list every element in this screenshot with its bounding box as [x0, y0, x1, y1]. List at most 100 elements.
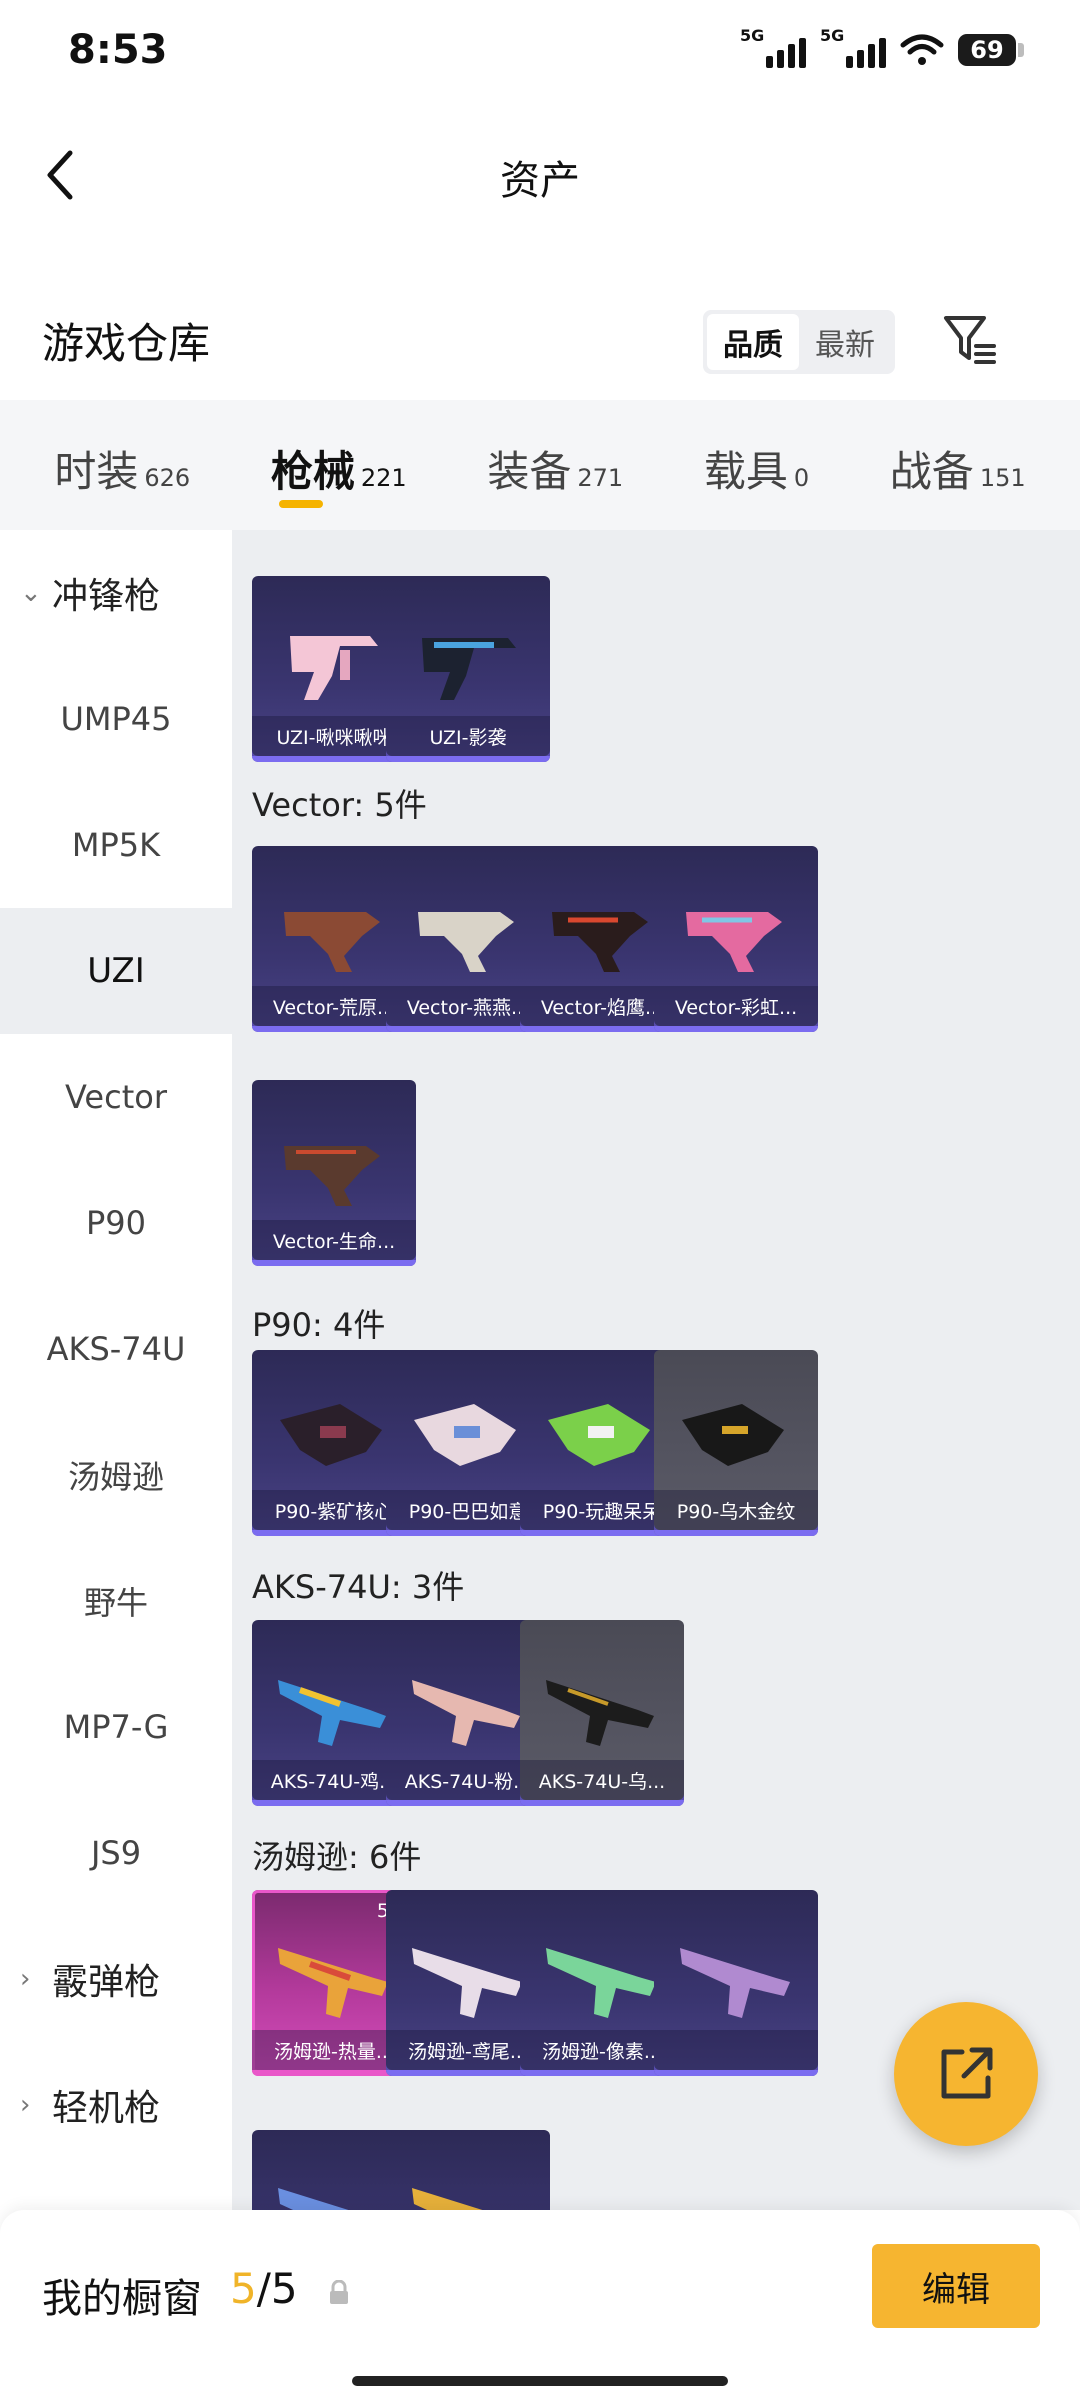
tab-vehicles[interactable]: 载具 0	[704, 400, 809, 530]
sort-toggle: 品质 最新	[703, 310, 895, 374]
chevron-right-icon: ›	[20, 1964, 31, 1994]
status-bar: 8:53 5G 5G 69	[0, 0, 1080, 100]
status-time: 8:53	[68, 27, 168, 73]
tab-firearms[interactable]: 枪械 221	[271, 400, 407, 530]
gun-icon	[414, 1404, 516, 1466]
share-fab[interactable]	[894, 2002, 1038, 2146]
gun-icon	[412, 1680, 520, 1746]
tab-count: 0	[793, 464, 810, 492]
tab-fashion[interactable]: 时装 626	[54, 400, 190, 530]
gun-icon	[278, 1680, 386, 1746]
weapon-card[interactable]: Vector-彩虹...	[654, 846, 818, 1032]
sidebar-item-thompson[interactable]: 汤姆逊	[0, 1412, 232, 1538]
sidebar-group-smg[interactable]: ⌄ 冲锋枪	[0, 530, 232, 656]
battery-level: 69	[958, 34, 1016, 66]
weapon-card[interactable]: P90-乌木金纹	[654, 1350, 818, 1536]
warehouse-title: 游戏仓库	[42, 319, 211, 368]
tab-active-indicator	[278, 500, 323, 508]
weapon-sidebar: ⌄ 冲锋枪 UMP45 MP5K UZI Vector P90 AKS-74U …	[0, 530, 232, 2210]
battery-icon: 69	[958, 34, 1024, 66]
tab-label: 枪械	[270, 447, 355, 496]
weapon-name	[654, 2030, 818, 2070]
gun-icon	[552, 912, 648, 972]
category-tabs: 时装 626 枪械 221 装备 271 载具 0 战备 151	[0, 400, 1080, 530]
chevron-right-icon: ›	[20, 2090, 31, 2120]
gun-icon	[284, 912, 380, 972]
showcase-total: /5	[256, 2264, 298, 2313]
sidebar-item-p90[interactable]: P90	[0, 1160, 232, 1286]
section-label: P90: 4件	[252, 1306, 386, 1344]
weapon-card[interactable]	[386, 2130, 550, 2210]
section-label: AKS-74U: 3件	[252, 1568, 465, 1606]
signal-icon: 5G	[740, 26, 806, 68]
weapon-card[interactable]	[654, 1890, 818, 2076]
gun-icon	[422, 638, 516, 700]
nav-bar: 资产	[0, 100, 1080, 250]
showcase-current: 5	[230, 2264, 257, 2313]
gun-icon	[686, 912, 782, 972]
tab-count: 221	[360, 464, 407, 492]
gun-icon	[284, 1146, 380, 1206]
gun-icon	[546, 1948, 656, 2018]
sidebar-item-uzi[interactable]: UZI	[0, 908, 232, 1034]
weapon-card[interactable]: Vector-生命...	[252, 1080, 416, 1266]
gun-icon	[412, 1948, 522, 2018]
page-title: 资产	[500, 158, 580, 204]
sort-option-newest[interactable]: 最新	[799, 314, 891, 370]
sidebar-item-mp5k[interactable]: MP5K	[0, 782, 232, 908]
gun-icon	[280, 1404, 382, 1466]
sidebar-group-label: 冲锋枪	[52, 576, 161, 617]
home-indicator	[352, 2376, 728, 2386]
showcase-label: 我的橱窗	[42, 2276, 202, 2322]
warehouse-header: 游戏仓库 品质 最新	[0, 280, 1080, 400]
gun-icon	[546, 1680, 654, 1746]
weapon-card[interactable]: AKS-74U-乌...	[520, 1620, 684, 1806]
sidebar-group-label: 轻机枪	[52, 2088, 161, 2129]
weapon-name: Vector-彩虹...	[654, 986, 818, 1026]
weapon-name: AKS-74U-乌...	[520, 1760, 684, 1800]
gun-icon	[278, 1948, 388, 2018]
gun-icon	[290, 636, 378, 700]
weapon-name: Vector-生命...	[252, 1220, 416, 1260]
gun-icon	[412, 2188, 483, 2210]
gun-icon	[680, 1948, 790, 2018]
sidebar-item-ump45[interactable]: UMP45	[0, 656, 232, 782]
tab-equipment[interactable]: 装备 271	[487, 400, 623, 530]
showcase-count: 5/5	[230, 2264, 298, 2313]
sidebar-group-shotgun[interactable]: › 霰弹枪	[0, 1916, 232, 2042]
tab-count: 626	[144, 464, 191, 492]
weapon-name: UZI-影袭	[386, 716, 550, 756]
filter-button[interactable]	[940, 310, 1000, 370]
sidebar-item-bison[interactable]: 野牛	[0, 1538, 232, 1664]
section-label: 汤姆逊: 6件	[252, 1838, 422, 1876]
lock-icon	[330, 2280, 348, 2304]
tab-supplies[interactable]: 战备 151	[890, 400, 1026, 530]
showcase-bar: 我的橱窗 5/5 编辑	[0, 2210, 1080, 2400]
chevron-down-icon: ⌄	[20, 578, 42, 608]
sort-option-quality[interactable]: 品质	[707, 314, 799, 370]
weapon-card[interactable]: UZI-影袭	[386, 576, 550, 762]
sidebar-group-label: 霰弹枪	[52, 1962, 161, 2003]
tab-label: 装备	[487, 447, 572, 496]
sidebar-item-vector[interactable]: Vector	[0, 1034, 232, 1160]
tab-label: 战备	[889, 447, 974, 496]
sidebar-group-lmg[interactable]: › 轻机枪	[0, 2042, 232, 2168]
signal-icon: 5G	[820, 26, 886, 68]
weapon-name: P90-乌木金纹	[654, 1490, 818, 1530]
tab-count: 271	[577, 464, 624, 492]
signal-label: 5G	[740, 26, 765, 45]
gun-icon	[418, 912, 514, 972]
sidebar-item-mp7g[interactable]: MP7-G	[0, 1664, 232, 1790]
wifi-icon	[900, 34, 944, 65]
signal-label: 5G	[820, 26, 845, 45]
edit-button[interactable]: 编辑	[872, 2244, 1040, 2328]
sidebar-item-js9[interactable]: JS9	[0, 1790, 232, 1916]
status-icons: 5G 5G 69	[740, 26, 1024, 68]
gun-icon	[278, 2188, 349, 2210]
tab-label: 时装	[54, 447, 139, 496]
sidebar-item-aks74u[interactable]: AKS-74U	[0, 1286, 232, 1412]
filter-icon	[944, 316, 996, 364]
gun-icon	[682, 1404, 784, 1466]
section-label: Vector: 5件	[252, 786, 427, 824]
external-link-icon	[941, 2047, 993, 2099]
